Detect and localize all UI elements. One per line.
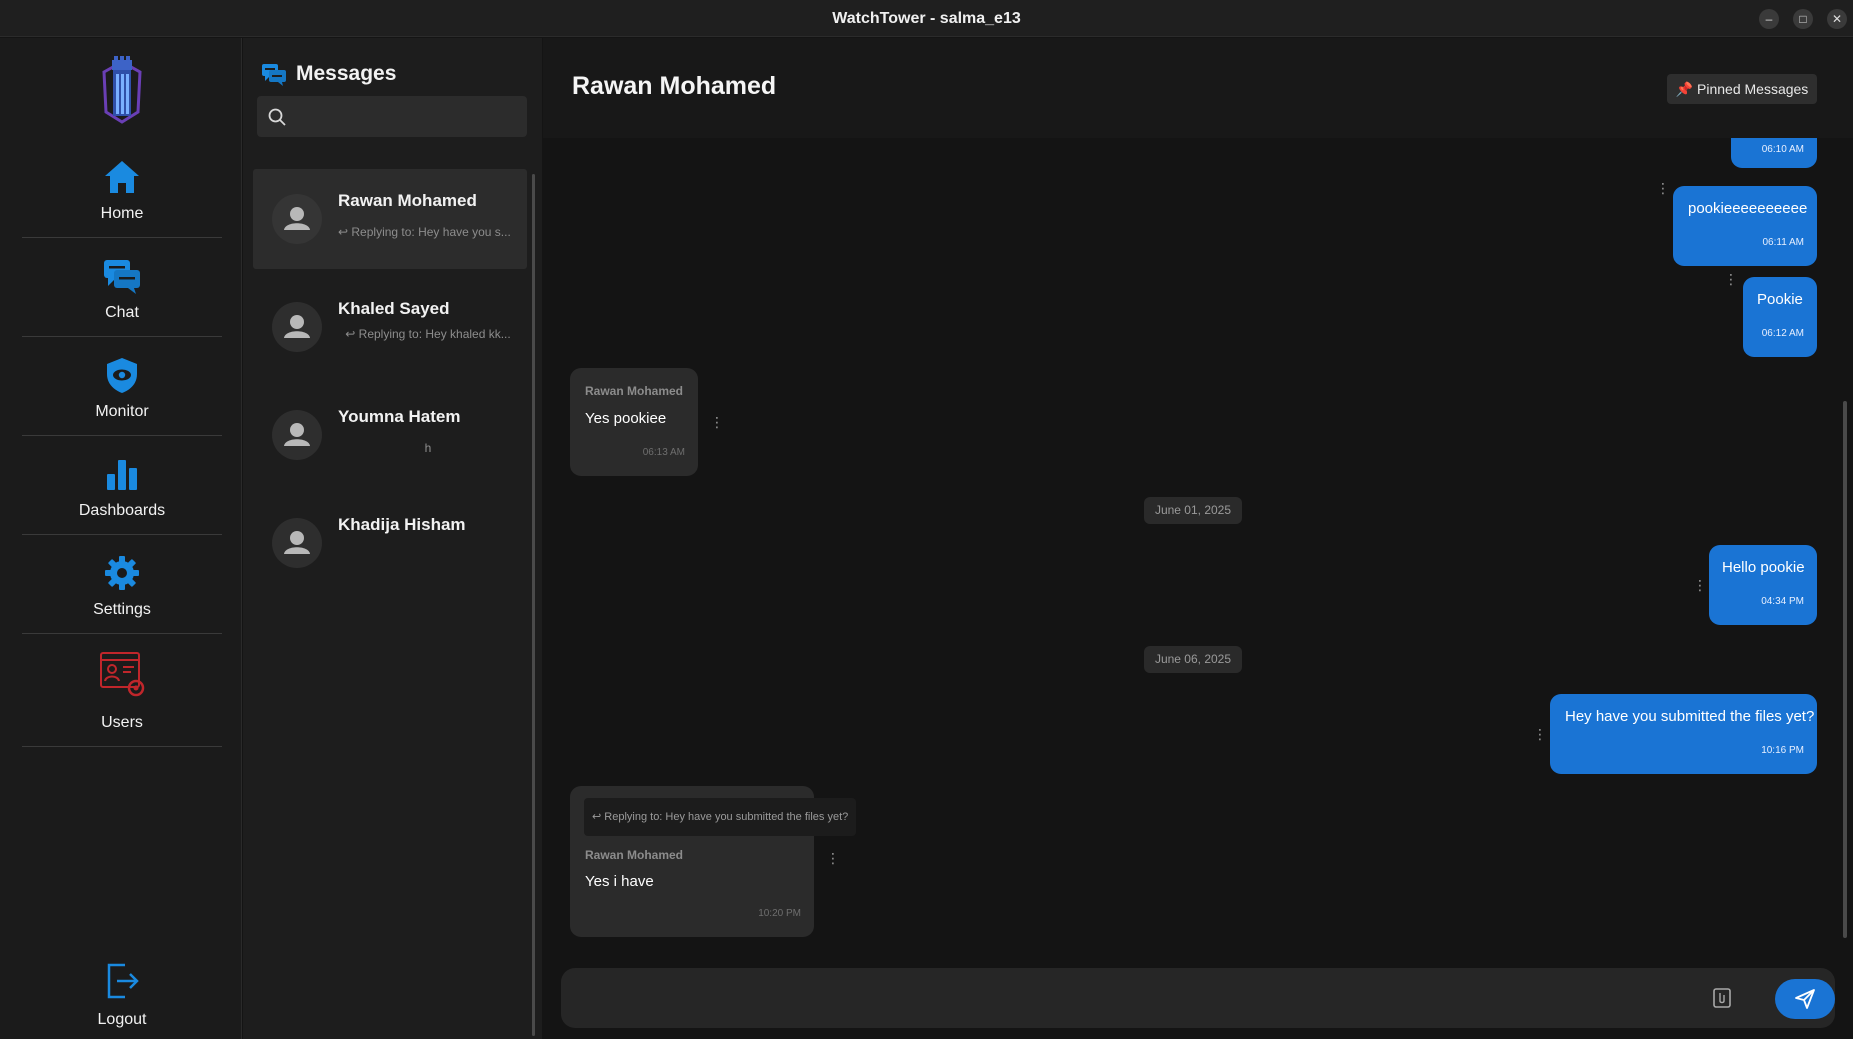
message-scrollbar[interactable]: [1843, 401, 1847, 938]
pinned-messages-button[interactable]: 📌 Pinned Messages: [1667, 74, 1817, 104]
message-composer: [561, 968, 1835, 1028]
message-options-icon[interactable]: ⋮: [1533, 726, 1547, 742]
user-icon: [284, 207, 310, 230]
message-text: Hey have you submitted the files yet?: [1565, 708, 1815, 725]
message-options-icon[interactable]: ⋮: [1724, 271, 1738, 287]
message-input[interactable]: [581, 982, 1681, 1014]
message-time: 10:16 PM: [1761, 745, 1804, 756]
logout-icon: [107, 963, 139, 999]
outgoing-message[interactable]: Hey have you submitted the files yet? 10…: [1550, 694, 1817, 774]
message-text: Yes i have: [585, 873, 654, 890]
message-options-icon[interactable]: ⋮: [1656, 180, 1670, 196]
chat-header: Rawan Mohamed 📌 Pinned Messages: [543, 38, 1853, 138]
shield-eye-icon: [107, 358, 137, 393]
user-icon: [284, 423, 310, 446]
message-time: 06:11 AM: [1762, 237, 1804, 248]
sidebar-item-home[interactable]: Home: [22, 139, 222, 238]
users-admin-icon: [100, 652, 145, 697]
avatar: [272, 410, 322, 460]
home-icon: [105, 161, 139, 193]
incoming-message[interactable]: Rawan Mohamed Yes pookiee 06:13 AM: [570, 368, 698, 476]
sidebar-item-label: Chat: [105, 304, 139, 321]
sidebar-item-users[interactable]: Users: [22, 634, 222, 747]
sidebar-item-label: Settings: [93, 601, 151, 618]
message-sender: Rawan Mohamed: [585, 848, 684, 862]
bar-chart-icon: [107, 460, 137, 490]
search-input[interactable]: [297, 102, 517, 130]
conversation-scrollbar[interactable]: [532, 174, 535, 1036]
conversation-preview: ↩ Replying to: Hey khaled kk...: [345, 327, 511, 341]
conversation-preview: ↩ Replying to: Hey have you s...: [338, 225, 511, 239]
sidebar-item-dashboards[interactable]: Dashboards: [22, 436, 222, 535]
title-bar: WatchTower - salma_e13 – □ ✕: [0, 0, 1853, 37]
message-options-icon[interactable]: ⋮: [1693, 577, 1707, 593]
reply-quote: ↩ Replying to: Hey have you submitted th…: [584, 798, 857, 836]
message-text: Hello pookie: [1722, 559, 1805, 576]
logout-label: Logout: [97, 1011, 147, 1028]
send-button[interactable]: [1775, 979, 1835, 1019]
message-time: 06:13 AM: [642, 447, 685, 458]
window-title: WatchTower - salma_e13: [832, 10, 1021, 27]
message-time: 06:12 AM: [1761, 328, 1804, 339]
sidebar-item-monitor[interactable]: Monitor: [22, 337, 222, 436]
sidebar-item-chat[interactable]: Chat: [22, 238, 222, 337]
close-button[interactable]: ✕: [1827, 9, 1847, 29]
avatar: [272, 302, 322, 352]
incoming-message[interactable]: ↩ Replying to: Hey have you submitted th…: [570, 786, 857, 937]
chat-area: Rawan Mohamed 📌 Pinned Messages 06:10 AM…: [543, 38, 1853, 1039]
attach-file-icon[interactable]: [1711, 987, 1733, 1009]
message-options-icon[interactable]: ⋮: [826, 850, 840, 866]
messages-title: Messages: [296, 62, 397, 85]
conversation-preview: h: [424, 441, 432, 455]
conversation-name: Youmna Hatem: [338, 407, 461, 426]
conversation-name: Khaled Sayed: [338, 299, 450, 318]
sidebar-item-label: Monitor: [95, 403, 149, 420]
outgoing-message[interactable]: Pookie 06:12 AM: [1743, 277, 1817, 357]
avatar: [272, 194, 322, 244]
avatar: [272, 518, 322, 568]
conversation-name: Khadija Hisham: [338, 515, 466, 534]
send-icon: [1795, 989, 1815, 1009]
message-time: 04:34 PM: [1761, 596, 1804, 607]
user-icon: [284, 531, 310, 554]
sidebar-item-settings[interactable]: Settings: [22, 535, 222, 634]
conversation-item[interactable]: Khadija Hisham: [253, 493, 527, 593]
message-text: Yes pookiee: [585, 410, 667, 427]
date-separator: June 01, 2025: [1144, 497, 1242, 524]
user-icon: [284, 315, 310, 338]
sidebar-item-label: Dashboards: [78, 502, 166, 519]
maximize-button[interactable]: □: [1793, 9, 1813, 29]
sidebar: Home Chat Monitor Dashboards Settings Us…: [0, 38, 242, 1039]
message-text: Pookie: [1757, 291, 1803, 308]
message-time: 10:20 PM: [758, 908, 801, 919]
message-list: 06:10 AM ⋮ pookieeeeeeeeee 06:11 AM ⋮ Po…: [543, 138, 1853, 946]
message-options-icon[interactable]: ⋮: [710, 414, 724, 430]
message-time: 06:10 AM: [1761, 144, 1804, 155]
sidebar-item-label: Users: [101, 714, 143, 731]
gear-icon: [105, 556, 139, 590]
sidebar-item-label: Home: [100, 205, 144, 222]
search-icon: [268, 108, 286, 126]
message-text: pookieeeeeeeeee: [1688, 200, 1808, 217]
messages-icon: [262, 64, 286, 86]
conversation-item[interactable]: Youmna Hatem h: [253, 385, 527, 485]
outgoing-message[interactable]: Hello pookie 04:34 PM: [1709, 545, 1817, 625]
chat-icon: [104, 260, 140, 294]
logout-button[interactable]: Logout: [22, 961, 222, 1031]
contact-name: Rawan Mohamed: [572, 72, 777, 100]
conversation-item[interactable]: Rawan Mohamed ↩ Replying to: Hey have yo…: [253, 169, 527, 269]
date-separator: June 06, 2025: [1144, 646, 1242, 673]
conversation-panel: Messages Rawan Mohamed ↩ Replying to: He…: [243, 38, 542, 1039]
minimize-button[interactable]: –: [1759, 9, 1779, 29]
outgoing-message[interactable]: 06:10 AM: [1731, 138, 1817, 168]
search-box[interactable]: [257, 96, 527, 137]
outgoing-message[interactable]: pookieeeeeeeeee 06:11 AM: [1673, 186, 1817, 266]
watchtower-logo: [102, 56, 142, 124]
conversation-item[interactable]: Khaled Sayed ↩ Replying to: Hey khaled k…: [253, 277, 527, 377]
message-sender: Rawan Mohamed: [585, 384, 684, 398]
conversation-name: Rawan Mohamed: [338, 191, 477, 210]
